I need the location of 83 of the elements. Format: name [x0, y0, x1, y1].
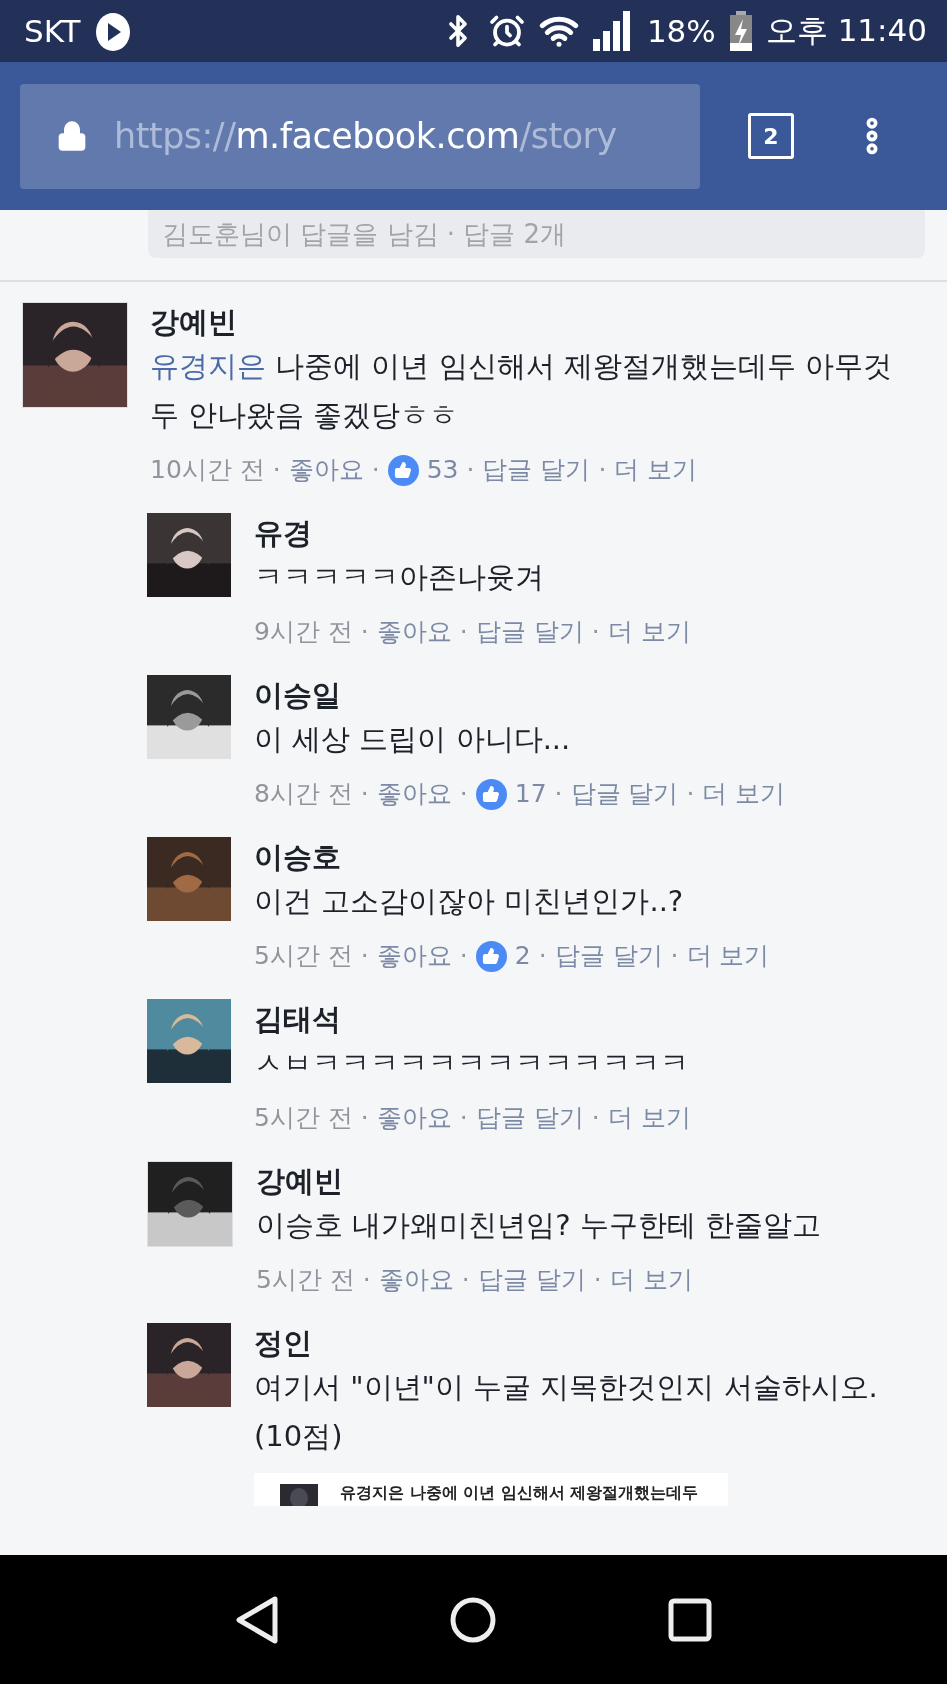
tab-count-button[interactable]: 2: [748, 113, 794, 159]
replies-summary[interactable]: 김도훈님이 답글을 남김 · 답글 2개: [148, 210, 925, 258]
home-icon[interactable]: [449, 1595, 498, 1644]
attachment-text: 유경지은 나중에 이년 임신해서 제왕절개했는데두: [340, 1482, 699, 1504]
comment-text: ㅅㅂㅋㅋㅋㅋㅋㅋㅋㅋㅋㅋㅋㅋㅋ: [254, 1045, 690, 1082]
like-reaction-icon: [475, 940, 507, 972]
separator: ·: [360, 940, 369, 972]
reply-link[interactable]: 답글 달기: [554, 934, 663, 978]
separator: ·: [459, 616, 468, 648]
timestamp: 5시간 전: [254, 1102, 353, 1134]
reaction-count[interactable]: 53: [426, 448, 459, 492]
carrier-name: SKT: [24, 13, 81, 49]
reply-link[interactable]: 답글 달기: [482, 448, 591, 492]
separator: ·: [598, 454, 607, 486]
back-icon[interactable]: [235, 1594, 280, 1645]
like-reaction-icon: [475, 778, 507, 810]
separator: ·: [360, 778, 369, 810]
author-name[interactable]: 유경: [254, 513, 927, 553]
reply-link[interactable]: 답글 달기: [570, 772, 679, 816]
author-name[interactable]: 이승일: [254, 675, 927, 715]
comment-text: 이승호 내가왜미친년임? 누구한테 한줄알고: [256, 1207, 823, 1244]
timestamp: 5시간 전: [254, 940, 353, 972]
separator: ·: [670, 940, 679, 972]
lock-icon: [56, 120, 88, 152]
like-link[interactable]: 좋아요: [288, 448, 364, 492]
author-name[interactable]: 정인: [254, 1323, 927, 1363]
reaction-count[interactable]: 17: [514, 772, 547, 816]
separator: ·: [591, 1102, 600, 1134]
separator: ·: [360, 616, 369, 648]
address-bar[interactable]: https://m.facebook.com/story: [20, 83, 700, 189]
comment-text: 이건 고소감이잖아 미친년인가..?: [254, 883, 685, 920]
more-link[interactable]: 더 보기: [607, 1096, 691, 1140]
separator: ·: [466, 454, 475, 486]
author-name[interactable]: 강예빈: [256, 1161, 927, 1201]
timestamp: 5시간 전: [256, 1264, 355, 1296]
like-link[interactable]: 좋아요: [376, 934, 452, 978]
more-link[interactable]: 더 보기: [609, 1258, 693, 1302]
comment-text: 유경지은 나중에 이년 임신해서 제왕절개했는데두 아무것두 안나왔음 좋겠당ㅎㅎ: [150, 348, 894, 434]
author-name[interactable]: 강예빈: [150, 302, 927, 342]
more-link[interactable]: 더 보기: [702, 772, 786, 816]
separator: ·: [362, 1264, 371, 1296]
like-link[interactable]: 좋아요: [376, 610, 452, 654]
url-text: https://m.facebook.com/story: [114, 116, 617, 156]
separator: ·: [371, 454, 380, 486]
recents-icon[interactable]: [667, 1597, 712, 1642]
like-link[interactable]: 좋아요: [376, 1096, 452, 1140]
separator: ·: [686, 778, 695, 810]
comment-text: 이 세상 드립이 아니다...: [254, 721, 572, 758]
battery-percent: 18%: [646, 13, 716, 49]
author-name[interactable]: 이승호: [254, 837, 927, 877]
comment-text: 여기서 "이년"이 누굴 지목한것인지 서술하시오.(10점): [254, 1369, 879, 1455]
separator: ·: [272, 454, 281, 486]
more-link[interactable]: 더 보기: [607, 610, 691, 654]
reply-link[interactable]: 답글 달기: [475, 1096, 584, 1140]
reply-link[interactable]: 답글 달기: [475, 610, 584, 654]
mention-link[interactable]: 유경지은: [150, 349, 266, 383]
comment-text: ㅋㅋㅋㅋㅋ아존나윳겨: [254, 559, 545, 596]
play-icon: [94, 11, 131, 51]
timestamp: 8시간 전: [254, 778, 353, 810]
attached-screenshot[interactable]: 유경지은 나중에 이년 임신해서 제왕절개했는데두: [254, 1473, 728, 1506]
battery-charging-icon: [729, 11, 752, 51]
separator: ·: [593, 1264, 602, 1296]
separator: ·: [554, 778, 563, 810]
separator: ·: [538, 940, 547, 972]
reply-link[interactable]: 답글 달기: [477, 1258, 586, 1302]
more-link[interactable]: 더 보기: [686, 934, 770, 978]
like-link[interactable]: 좋아요: [376, 772, 452, 816]
like-link[interactable]: 좋아요: [378, 1258, 454, 1302]
signal-icon: [592, 11, 633, 51]
separator: ·: [360, 1102, 369, 1134]
separator: ·: [459, 940, 468, 972]
timestamp: 9시간 전: [254, 616, 353, 648]
reaction-count[interactable]: 2: [514, 934, 531, 978]
timestamp: 10시간 전: [150, 454, 265, 486]
separator: ·: [591, 616, 600, 648]
like-reaction-icon: [387, 454, 419, 486]
more-link[interactable]: 더 보기: [614, 448, 698, 492]
author-name[interactable]: 김태석: [254, 999, 927, 1039]
separator: ·: [461, 1264, 470, 1296]
clock: 오후 11:40: [765, 11, 927, 50]
alarm-icon: [488, 13, 525, 49]
separator: ·: [459, 1102, 468, 1134]
separator: ·: [459, 778, 468, 810]
